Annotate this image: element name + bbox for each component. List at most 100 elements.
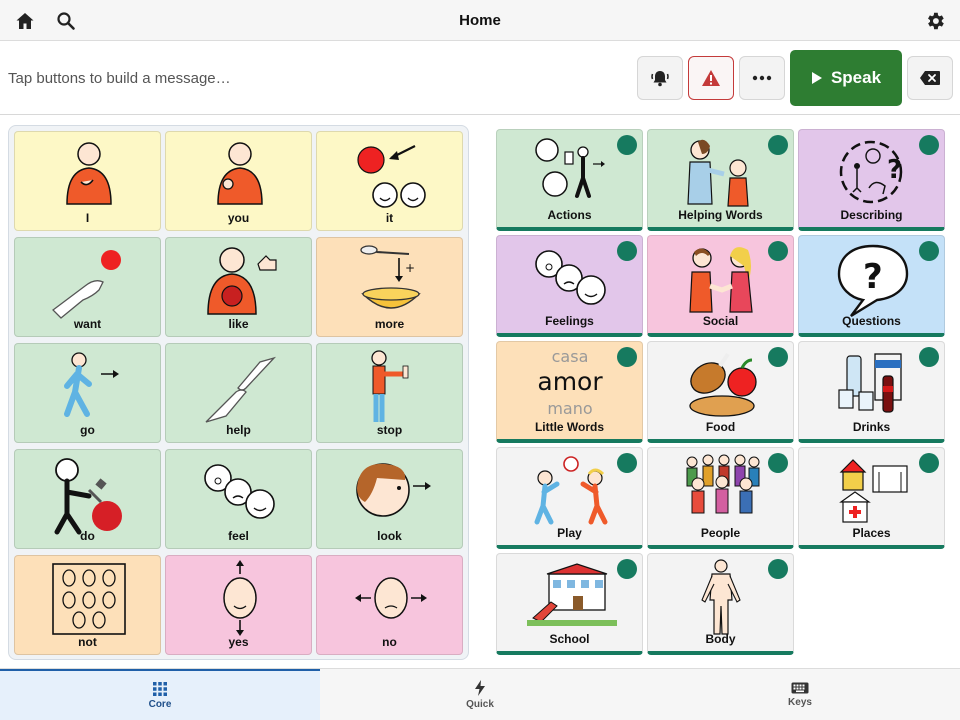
core-tile-do[interactable]: do xyxy=(14,449,161,549)
tile-label: more xyxy=(374,317,405,331)
chevron-right-icon xyxy=(617,241,637,261)
category-grid: Actions Helping Words ? Describing Feeli… xyxy=(496,129,945,655)
tab-label: Quick xyxy=(466,698,494,710)
core-tile-it[interactable]: it xyxy=(316,131,463,231)
chevron-right-icon xyxy=(768,135,788,155)
category-places[interactable]: Places xyxy=(798,447,945,549)
tile-label: look xyxy=(377,529,402,543)
tile-label: Food xyxy=(705,420,736,434)
tab-label: Keys xyxy=(788,696,812,708)
chevron-right-icon xyxy=(768,559,788,579)
category-describing[interactable]: ? Describing xyxy=(798,129,945,231)
alert-button[interactable] xyxy=(688,56,734,100)
tile-label: Drinks xyxy=(852,420,891,434)
chevron-right-icon xyxy=(768,453,788,473)
core-tile-stop[interactable]: stop xyxy=(316,343,463,443)
bell-ring-icon xyxy=(651,71,669,87)
message-input[interactable] xyxy=(0,41,630,115)
warning-icon xyxy=(702,70,720,86)
chevron-right-icon xyxy=(768,347,788,367)
tile-label: Places xyxy=(852,526,891,540)
core-tile-more[interactable]: + more xyxy=(316,237,463,337)
tile-label: want xyxy=(73,317,102,331)
category-feelings[interactable]: Feelings xyxy=(496,235,643,337)
tab-keys[interactable]: Keys xyxy=(640,669,960,720)
svg-text:+: + xyxy=(405,261,415,275)
message-bar: Speak xyxy=(0,41,960,115)
word-amor: amor xyxy=(537,367,603,396)
tab-quick[interactable]: Quick xyxy=(320,669,640,720)
tile-label: Feelings xyxy=(545,314,594,328)
tile-label: Social xyxy=(702,314,739,328)
category-questions[interactable]: ? Questions xyxy=(798,235,945,337)
chevron-right-icon xyxy=(919,347,939,367)
chevron-right-icon xyxy=(919,453,939,473)
tab-label: Core xyxy=(148,698,172,710)
gear-icon[interactable] xyxy=(923,9,947,33)
tile-label: Questions xyxy=(842,314,901,328)
core-tile-not[interactable]: not xyxy=(14,555,161,655)
core-tile-yes[interactable]: yes xyxy=(165,555,312,655)
tile-label: like xyxy=(228,317,249,331)
tile-label: no xyxy=(382,635,397,649)
grid-icon xyxy=(153,681,167,696)
category-school[interactable]: School xyxy=(496,553,643,655)
svg-text:?: ? xyxy=(887,155,902,185)
chevron-right-icon xyxy=(919,135,939,155)
category-people[interactable]: People xyxy=(647,447,794,549)
core-tile-like[interactable]: like xyxy=(165,237,312,337)
tile-label: Actions xyxy=(547,208,592,222)
tile-label: Play xyxy=(557,526,582,540)
backspace-button[interactable] xyxy=(907,56,953,100)
chevron-right-icon xyxy=(919,241,939,261)
speak-button[interactable]: Speak xyxy=(790,50,902,106)
word-mano: mano xyxy=(547,399,592,418)
chevron-right-icon xyxy=(617,453,637,473)
tile-label: feel xyxy=(228,529,249,543)
tile-label: School xyxy=(549,632,590,646)
core-tile-help[interactable]: help xyxy=(165,343,312,443)
tile-label: People xyxy=(700,526,741,540)
core-tile-go[interactable]: go xyxy=(14,343,161,443)
category-body[interactable]: Body xyxy=(647,553,794,655)
search-icon[interactable] xyxy=(54,9,78,33)
chevron-right-icon xyxy=(617,347,637,367)
core-tile-look[interactable]: look xyxy=(316,449,463,549)
tile-label: Helping Words xyxy=(678,208,763,222)
more-icon xyxy=(752,75,772,81)
tile-label: help xyxy=(226,423,251,437)
category-little-words[interactable]: casa amor mano Little Words xyxy=(496,341,643,443)
chevron-right-icon xyxy=(617,135,637,155)
word-casa: casa xyxy=(552,347,589,366)
tile-label: Little Words xyxy=(534,420,605,434)
tab-core[interactable]: Core xyxy=(0,669,320,720)
svg-text:?: ? xyxy=(863,257,883,297)
tile-label: do xyxy=(80,529,95,543)
category-play[interactable]: Play xyxy=(496,447,643,549)
category-social[interactable]: Social xyxy=(647,235,794,337)
core-tile-i[interactable]: I xyxy=(14,131,161,231)
bottom-tab-bar: Core Quick Keys xyxy=(0,668,960,720)
tile-label: Describing xyxy=(840,208,903,222)
category-helping-words[interactable]: Helping Words xyxy=(647,129,794,231)
play-icon xyxy=(811,72,822,84)
core-tile-no[interactable]: no xyxy=(316,555,463,655)
page-title: Home xyxy=(459,12,501,29)
keyboard-icon xyxy=(791,682,809,693)
tile-label: go xyxy=(80,423,95,437)
chevron-right-icon xyxy=(768,241,788,261)
core-tile-you[interactable]: you xyxy=(165,131,312,231)
core-tile-want[interactable]: want xyxy=(14,237,161,337)
speak-label: Speak xyxy=(830,68,882,87)
category-actions[interactable]: Actions xyxy=(496,129,643,231)
backspace-icon xyxy=(920,71,940,85)
category-drinks[interactable]: Drinks xyxy=(798,341,945,443)
home-icon[interactable] xyxy=(13,9,37,33)
tile-label: it xyxy=(385,211,394,225)
tile-label: not xyxy=(78,635,97,649)
more-button[interactable] xyxy=(739,56,785,100)
category-food[interactable]: Food xyxy=(647,341,794,443)
core-tile-feel[interactable]: feel xyxy=(165,449,312,549)
bell-button[interactable] xyxy=(637,56,683,100)
tile-label: yes xyxy=(228,635,249,649)
